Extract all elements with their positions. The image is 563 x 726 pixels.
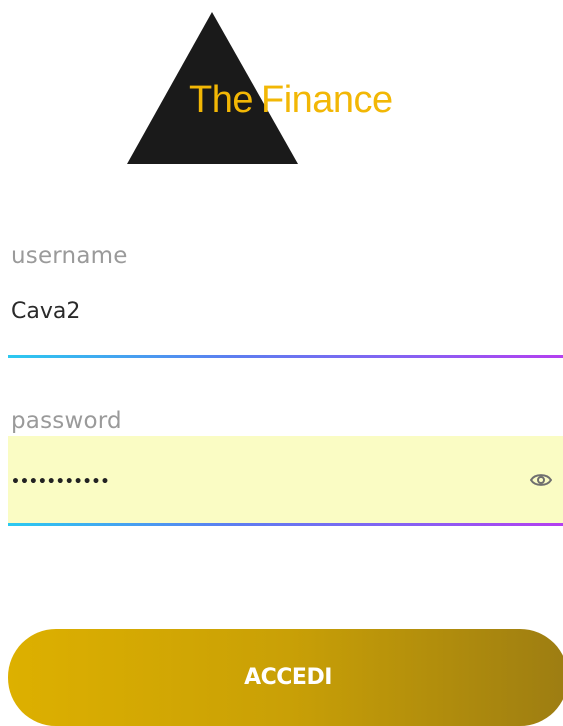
password-underline [8,523,563,526]
username-underline [8,355,563,358]
logo-text: The Finance [189,78,393,122]
the-finance-logo: The Finance [0,0,563,170]
accedi-button[interactable]: ACCEDI [8,629,563,726]
username-label: username [11,243,128,269]
logo-word-the: The [189,79,253,121]
login-page: The Finance username Cava2 password •••••… [0,0,563,726]
password-input[interactable]: ••••••••••• [11,468,109,496]
password-label: password [11,408,122,434]
logo-word-finance: Finance [260,79,393,121]
eye-icon[interactable] [530,472,552,488]
username-input[interactable]: Cava2 [11,298,80,326]
